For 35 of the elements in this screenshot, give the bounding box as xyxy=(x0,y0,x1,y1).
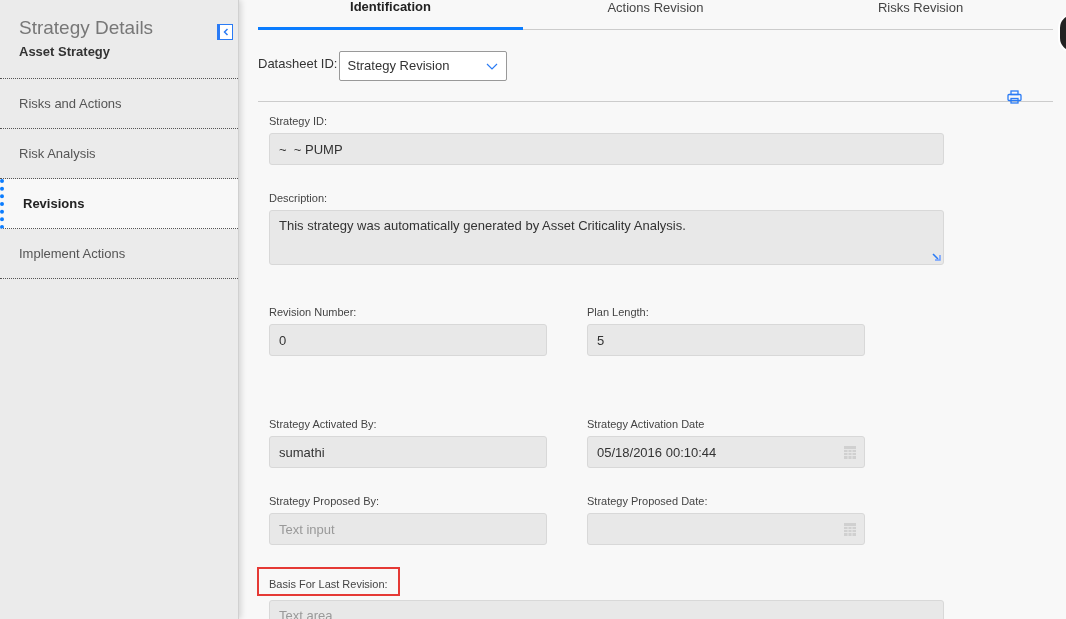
datasheet-dropdown[interactable]: Strategy Revision xyxy=(338,51,507,81)
print-button[interactable] xyxy=(1006,89,1022,105)
print-icon xyxy=(1006,90,1022,104)
tab[interactable]: Actions Revision xyxy=(523,0,788,30)
tab[interactable]: Identification xyxy=(258,0,523,30)
field-label: Basis For Last Revision: xyxy=(257,567,400,596)
input-field[interactable]: Text input xyxy=(269,513,547,545)
calendar-icon xyxy=(844,445,856,459)
tab[interactable]: Risks Revision xyxy=(788,0,1053,30)
field-label: Plan Length: xyxy=(587,305,649,319)
field-label: Strategy ID: xyxy=(269,114,328,128)
field-label: Strategy Activated By: xyxy=(269,417,377,431)
sidebar-item[interactable]: Implement Actions xyxy=(0,229,238,279)
field-label: Description: xyxy=(269,191,328,205)
sidebar-item[interactable]: Risks and Actions xyxy=(0,79,238,129)
date-field[interactable]: 05/18/2016 00:10:44 xyxy=(587,436,865,468)
chevron-left-icon xyxy=(223,28,229,36)
field-label: Strategy Activation Date xyxy=(587,417,705,431)
field-label: Strategy Proposed Date: xyxy=(587,494,708,508)
sidebar-title: Strategy Details xyxy=(19,16,154,40)
date-field[interactable] xyxy=(587,513,865,545)
field-label: Strategy Proposed By: xyxy=(269,494,380,508)
expand-icon[interactable] xyxy=(932,253,941,262)
chevron-down-icon xyxy=(485,62,498,70)
datasheet-label: Datasheet ID: xyxy=(258,55,338,73)
field-label: Revision Number: xyxy=(269,305,357,319)
input-field[interactable]: ~ ~ PUMP xyxy=(269,133,944,165)
sidebar-subtitle: Asset Strategy xyxy=(19,43,112,61)
sidebar-item[interactable]: Revisions xyxy=(0,179,238,229)
calendar-icon xyxy=(844,522,856,536)
text-area-field[interactable]: This strategy was automatically generated by Asset Criticality Analysis. xyxy=(269,210,944,265)
collapse-button[interactable] xyxy=(217,24,233,40)
input-field[interactable]: 5 xyxy=(587,324,865,356)
input-field[interactable]: sumathi xyxy=(269,436,547,468)
input-field[interactable]: 0 xyxy=(269,324,547,356)
